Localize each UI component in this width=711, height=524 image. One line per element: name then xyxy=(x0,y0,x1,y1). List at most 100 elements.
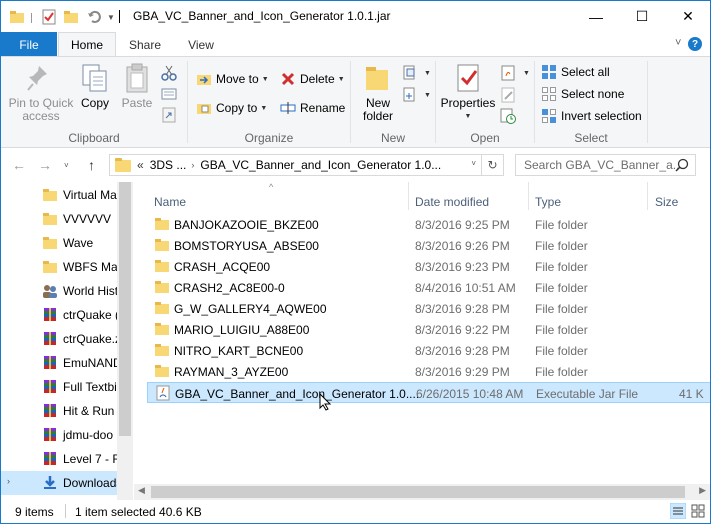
open-button[interactable]: ▼ xyxy=(500,63,530,83)
nav-item[interactable]: Hit & Run xyxy=(1,399,117,423)
copy-icon xyxy=(79,62,111,94)
breadcrumb-separator-icon[interactable]: › xyxy=(191,160,194,170)
delete-x-icon xyxy=(280,71,296,87)
scroll-right-arrow-icon[interactable]: ▶ xyxy=(699,485,706,496)
copy-to-button[interactable]: Copy to ▼ xyxy=(196,98,267,118)
file-row[interactable]: CRASH_ACQE00 8/3/2016 9:23 PM File folder xyxy=(147,256,710,277)
details-view-icon[interactable] xyxy=(669,502,687,522)
back-arrow-icon[interactable]: ← xyxy=(12,157,26,173)
file-horizontal-scrollbar[interactable]: ◀ ▶ xyxy=(134,484,710,500)
nav-item[interactable]: WBFS Mar xyxy=(1,255,117,279)
forward-arrow-icon[interactable]: → xyxy=(38,157,52,173)
nav-item[interactable]: World Hist xyxy=(1,279,117,303)
properties-qa-icon[interactable] xyxy=(41,8,57,26)
expand-chevron-icon[interactable]: › xyxy=(7,476,10,486)
file-size: 41 K xyxy=(679,387,704,401)
help-icon[interactable]: ? xyxy=(688,37,702,51)
paste-button[interactable]: Paste xyxy=(117,62,157,110)
paste-shortcut-button[interactable] xyxy=(161,105,181,125)
nav-vertical-scrollbar[interactable] xyxy=(117,182,133,500)
tab-file[interactable]: File xyxy=(1,32,57,57)
address-dropdown-chevron-icon[interactable]: ˅ xyxy=(471,159,476,168)
file-row[interactable]: G_W_GALLERY4_AQWE00 8/3/2016 9:28 PM File … xyxy=(147,298,710,319)
new-item-button[interactable]: ▼ xyxy=(401,63,431,83)
cut-button[interactable] xyxy=(161,63,181,83)
file-type: File folder xyxy=(535,344,588,358)
select-all-button[interactable]: Select all xyxy=(541,62,610,82)
nav-item[interactable]: ctrQuake.z xyxy=(1,327,117,351)
file-type: File folder xyxy=(535,323,588,337)
breadcrumb-3ds[interactable]: 3DS ... xyxy=(150,158,187,172)
nav-scrollbar-thumb[interactable] xyxy=(119,182,131,436)
delete-button[interactable]: Delete ▼ xyxy=(280,69,345,89)
new-folder-label-line2: folder xyxy=(362,109,394,123)
easy-access-button[interactable]: ▼ xyxy=(401,85,431,105)
tab-share[interactable]: Share xyxy=(119,32,171,57)
refresh-icon[interactable]: ↻ xyxy=(481,155,503,175)
pin-to-quick-access-button[interactable]: Pin to Quick access xyxy=(5,62,77,123)
new-group: New folder ▼ ▼ New xyxy=(351,57,435,148)
nav-item[interactable]: VVVVVV xyxy=(1,207,117,231)
nav-item[interactable]: Level 7 - R xyxy=(1,447,117,471)
file-row[interactable]: BOMSTORYUSA_ABSE00 8/3/2016 9:26 PM File f… xyxy=(147,235,710,256)
nav-item-label: EmuNAND xyxy=(63,356,117,370)
recent-locations-chevron-icon[interactable]: ˅ xyxy=(64,161,69,170)
nav-item[interactable]: Downloads xyxy=(1,471,117,495)
address-bar[interactable]: « 3DS ... › GBA_VC_Banner_and_Icon_Gener… xyxy=(109,154,504,176)
column-header-type[interactable]: Type xyxy=(535,188,561,216)
rename-label: Rename xyxy=(300,101,346,115)
edit-button[interactable] xyxy=(500,85,520,105)
nav-item[interactable]: ctrQuake ( xyxy=(1,303,117,327)
close-button[interactable]: ✕ xyxy=(665,1,711,32)
invert-selection-button[interactable]: Invert selection xyxy=(541,106,642,126)
copy-to-chevron-icon: ▼ xyxy=(260,104,268,112)
move-to-button[interactable]: Move to ▼ xyxy=(196,69,269,89)
maximize-button[interactable]: ☐ xyxy=(619,1,665,32)
column-divider[interactable] xyxy=(647,182,648,210)
column-header-size[interactable]: Size xyxy=(655,188,678,216)
minimize-button[interactable]: — xyxy=(573,1,619,32)
copy-to-label: Copy to xyxy=(216,101,258,115)
file-type: Executable Jar File xyxy=(536,387,639,401)
scroll-left-arrow-icon[interactable]: ◀ xyxy=(138,485,145,496)
nav-item[interactable]: Wave xyxy=(1,231,117,255)
search-input[interactable]: Search GBA_VC_Banner_a... xyxy=(515,154,696,176)
column-header-date[interactable]: Date modified xyxy=(415,188,489,216)
new-folder-qa-icon[interactable] xyxy=(63,8,79,26)
properties-button[interactable]: Properties ▼ xyxy=(440,62,496,123)
undo-icon[interactable] xyxy=(87,8,103,26)
tab-view[interactable]: View xyxy=(175,32,227,57)
copy-path-button[interactable] xyxy=(161,84,181,104)
nav-item[interactable]: jdmu-doo xyxy=(1,423,117,447)
nav-item[interactable]: EmuNAND xyxy=(1,351,117,375)
nav-item[interactable]: Full Textbi xyxy=(1,375,117,399)
file-date: 8/3/2016 9:23 PM xyxy=(415,260,510,274)
rename-button[interactable]: Rename xyxy=(280,98,345,118)
tab-home[interactable]: Home xyxy=(58,32,116,57)
breadcrumb-current[interactable]: GBA_VC_Banner_and_Icon_Generator 1.0... xyxy=(200,158,441,172)
file-scrollbar-thumb[interactable] xyxy=(151,486,685,498)
customize-qa-chevron-icon[interactable]: ▼ xyxy=(107,8,115,26)
column-header-name[interactable]: Name xyxy=(154,188,186,216)
new-folder-button[interactable]: New folder xyxy=(359,62,397,123)
file-type: File folder xyxy=(535,302,588,316)
file-row[interactable]: GBA_VC_Banner_and_Icon_Generator 1.0....… xyxy=(147,382,710,403)
column-divider[interactable] xyxy=(408,182,409,210)
select-group-label: Select xyxy=(574,131,608,145)
history-button[interactable] xyxy=(500,106,520,126)
search-icon xyxy=(675,158,689,175)
file-row[interactable]: CRASH2_AC8E00-0 8/4/2016 10:51 AM File fol… xyxy=(147,277,710,298)
breadcrumb-overflow[interactable]: « xyxy=(137,158,144,172)
file-row[interactable]: RAYMAN_3_AYZE00 8/3/2016 9:29 PM File fold… xyxy=(147,361,710,382)
select-none-button[interactable]: Select none xyxy=(541,84,624,104)
nav-item-label: Level 7 - R xyxy=(63,452,117,466)
up-arrow-icon[interactable]: ↑ xyxy=(88,157,95,173)
nav-item[interactable]: Virtual Ma xyxy=(1,183,117,207)
file-row[interactable]: BANJOKAZOOIE_BKZE00 8/3/2016 9:25 PM File … xyxy=(147,214,710,235)
file-row[interactable]: NITRO_KART_BCNE00 8/3/2016 9:28 PM File fo… xyxy=(147,340,710,361)
expand-ribbon-chevron-icon[interactable]: ˅ xyxy=(675,37,681,49)
column-divider[interactable] xyxy=(528,182,529,210)
large-icons-view-icon[interactable] xyxy=(690,503,706,522)
file-row[interactable]: MARIO_LUIGIU_A88E00 8/3/2016 9:22 PM File … xyxy=(147,319,710,340)
copy-button[interactable]: Copy xyxy=(77,62,113,110)
